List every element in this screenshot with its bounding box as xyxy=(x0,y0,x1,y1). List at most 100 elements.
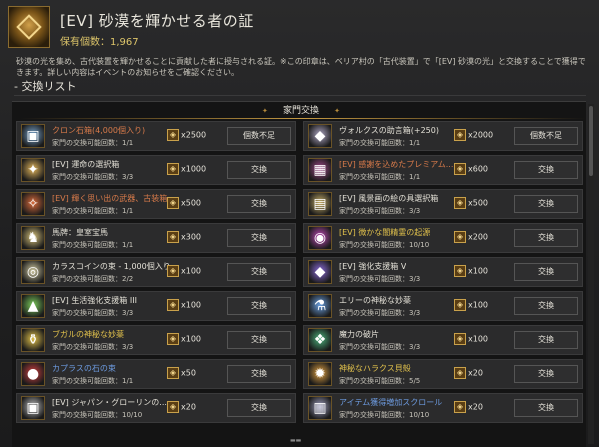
limit-value: 1/1 xyxy=(409,173,421,181)
dark-spirit-icon[interactable]: ◉ xyxy=(308,226,332,250)
premium-box-icon[interactable]: ▦ xyxy=(308,158,332,182)
seal-coin-icon: ◈ xyxy=(454,367,466,379)
limit-value: 1/1 xyxy=(122,241,134,249)
exchange-item: ⚗ エリーの神秘な妙薬 家門の交換可能回数：3/3 ◈ x100 交換 xyxy=(303,291,583,321)
item-name: [EV] 運命の選択箱 xyxy=(52,160,120,169)
fate-box-icon[interactable]: ✦ xyxy=(21,158,45,182)
item-icon-glyph: ▲ xyxy=(27,298,39,314)
elixir-icon[interactable]: ⚗ xyxy=(308,294,332,318)
item-name: [EV] 風景画の絵の具選択箱 xyxy=(339,194,439,203)
exchange-button[interactable]: 交換 xyxy=(514,331,578,349)
exchange-button[interactable]: 交換 xyxy=(514,263,578,281)
description: 砂漠の光を集め、古代装置を輝かせることに貢献した者に授与される証。※この印章は、… xyxy=(16,57,586,77)
exchange-button[interactable]: 交換 xyxy=(227,263,291,281)
exchange-item: ▲ [EV] 生活強化支援箱 III 家門の交換可能回数：3/3 ◈ x100 交換 xyxy=(16,291,296,321)
caphras-icon[interactable]: ● xyxy=(21,362,45,386)
seal-coin-icon: ◈ xyxy=(454,231,466,243)
exchange-button[interactable]: 交換 xyxy=(227,365,291,383)
item-limit: 家門の交換可能回数：3/3 xyxy=(52,342,133,352)
exchange-button[interactable]: 交換 xyxy=(514,297,578,315)
exchange-item: ♞ 馬牌：皇室宝馬 家門の交換可能回数：1/1 ◈ x300 交換 xyxy=(16,223,296,253)
hold-label: 保有個数： xyxy=(60,37,110,48)
item-limit: 家門の交換可能回数：3/3 xyxy=(339,342,420,352)
exchange-item: ▤ [EV] 風景画の絵の具選択箱 家門の交換可能回数：3/3 ◈ x500 交換 xyxy=(303,189,583,219)
exchange-item: ⚱ ブガルの神秘な妙薬 家門の交換可能回数：3/3 ◈ x100 交換 xyxy=(16,325,296,355)
shell-icon[interactable]: ✹ xyxy=(308,362,332,386)
item-name: [EV] 微かな闇精霊の起源 xyxy=(339,228,431,237)
exchange-row: ▲ [EV] 生活強化支援箱 III 家門の交換可能回数：3/3 ◈ x100 交換 ⚗ エリ… xyxy=(16,291,583,321)
item-cost: ◈ x100 xyxy=(167,299,201,311)
limit-label: 家門の交換可能回数： xyxy=(52,139,122,147)
item-icon-glyph: ▣ xyxy=(26,128,40,144)
item-limit: 家門の交換可能回数：1/1 xyxy=(52,376,133,386)
exchange-item: ▦ [EV] 感謝を込めたプレミアム... 家門の交換可能回数：1/1 ◈ x600 交換 xyxy=(303,155,583,185)
exchange-button[interactable]: 交換 xyxy=(227,399,291,417)
item-name: カプラスの石の束 xyxy=(52,364,116,373)
limit-value: 10/10 xyxy=(409,241,430,249)
cost-value: x100 xyxy=(468,266,489,276)
item-icon-glyph: ✦ xyxy=(27,162,39,178)
weapon-box-icon[interactable]: ✧ xyxy=(21,192,45,216)
item-cost: ◈ x100 xyxy=(167,333,201,345)
limit-label: 家門の交換可能回数： xyxy=(339,411,409,419)
limit-value: 10/10 xyxy=(122,411,143,419)
limit-label: 家門の交換可能回数： xyxy=(339,139,409,147)
item-name: [EV] 生活強化支援箱 III xyxy=(52,296,137,305)
cost-value: x100 xyxy=(181,334,202,344)
scrollbar-thumb[interactable] xyxy=(589,106,593,176)
exchange-button[interactable]: 交換 xyxy=(227,161,291,179)
magic-shard-icon[interactable]: ❖ xyxy=(308,328,332,352)
scrollbar[interactable] xyxy=(588,104,594,444)
item-cost: ◈ x200 xyxy=(454,231,488,243)
bugal-elixir-icon[interactable]: ⚱ xyxy=(21,328,45,352)
item-name: アイテム獲得増加スクロール xyxy=(339,398,443,407)
section-title: - 交換リスト xyxy=(14,80,77,93)
exchange-button[interactable]: 交換 xyxy=(514,365,578,383)
insufficient-button[interactable]: 個数不足 xyxy=(514,127,578,145)
insufficient-button[interactable]: 個数不足 xyxy=(227,127,291,145)
horse-token-icon[interactable]: ♞ xyxy=(21,226,45,250)
limit-value: 3/3 xyxy=(409,207,421,215)
item-limit: 家門の交換可能回数：1/1 xyxy=(52,206,133,216)
hold-count: 1,967 xyxy=(110,37,139,48)
exchange-button[interactable]: 交換 xyxy=(227,331,291,349)
item-name: [EV] 輝く思い出の武器、古装箱 xyxy=(52,194,168,203)
item-cost: ◈ x100 xyxy=(454,299,488,311)
chest-icon[interactable]: ▣ xyxy=(21,124,45,148)
item-icon-glyph: ◆ xyxy=(314,128,326,144)
exchange-button[interactable]: 交換 xyxy=(514,229,578,247)
exchange-item: ❖ 魔力の破片 家門の交換可能回数：3/3 ◈ x100 交換 xyxy=(303,325,583,355)
item-limit: 家門の交換可能回数：10/10 xyxy=(52,410,142,420)
seal-coin-icon: ◈ xyxy=(454,299,466,311)
life-box-icon[interactable]: ▲ xyxy=(21,294,45,318)
item-cost: ◈ x600 xyxy=(454,163,488,175)
exchange-button[interactable]: 交換 xyxy=(514,195,578,213)
item-cost: ◈ x20 xyxy=(454,367,483,379)
item-name: クロン石箱(4,000個入り) xyxy=(52,126,146,135)
coin-bundle-icon[interactable]: ◎ xyxy=(21,260,45,284)
limit-value: 1/1 xyxy=(122,139,134,147)
section-divider xyxy=(14,95,586,96)
cost-value: x50 xyxy=(181,368,196,378)
limit-value: 3/3 xyxy=(409,275,421,283)
limit-value: 3/3 xyxy=(122,343,134,351)
item-limit: 家門の交換可能回数：1/1 xyxy=(52,240,133,250)
exchange-button[interactable]: 交換 xyxy=(514,161,578,179)
window-title: [EV] 砂漠を輝かせる者の証 xyxy=(60,12,254,30)
item-name: ブガルの神秘な妙薬 xyxy=(52,330,124,339)
exchange-button[interactable]: 交換 xyxy=(227,195,291,213)
item-icon-glyph: ❖ xyxy=(313,332,327,348)
item-name: エリーの神秘な妙薬 xyxy=(339,296,411,305)
paint-box-icon[interactable]: ▤ xyxy=(308,192,332,216)
scroll-icon[interactable]: ▥ xyxy=(308,396,332,420)
item-cost: ◈ x20 xyxy=(454,401,483,413)
exchange-button[interactable]: 交換 xyxy=(227,297,291,315)
enhance-box-v-icon[interactable]: ◆ xyxy=(308,260,332,284)
tab-family-exchange[interactable]: 家門交換 xyxy=(260,104,342,118)
item-icon-glyph: ✹ xyxy=(314,366,326,382)
item-cost: ◈ x1000 xyxy=(167,163,206,175)
exchange-button[interactable]: 交換 xyxy=(514,399,578,417)
japan-box-icon[interactable]: ▣ xyxy=(21,396,45,420)
advice-box-icon[interactable]: ◆ xyxy=(308,124,332,148)
exchange-button[interactable]: 交換 xyxy=(227,229,291,247)
